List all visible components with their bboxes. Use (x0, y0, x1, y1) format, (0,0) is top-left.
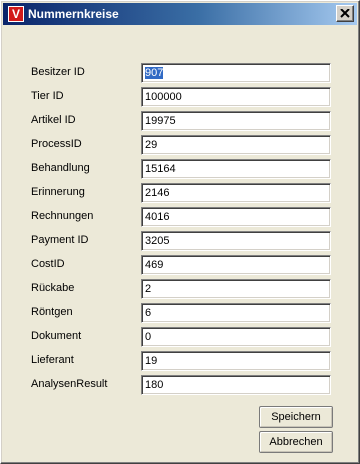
field-row-payment-id: Payment ID 3205 (1, 231, 360, 253)
close-button[interactable] (336, 5, 354, 22)
rechnungen-input[interactable]: 4016 (141, 207, 331, 227)
field-label: Tier ID (31, 90, 64, 102)
field-label: Artikel ID (31, 114, 76, 126)
field-label: Röntgen (31, 306, 73, 318)
field-row-dokument: Dokument 0 (1, 327, 360, 349)
besitzer-id-input[interactable]: 907 (141, 63, 331, 83)
field-row-besitzer-id: Besitzer ID 907 (1, 63, 360, 85)
rueckabe-input[interactable]: 2 (141, 279, 331, 299)
field-value: 907 (145, 67, 164, 79)
field-label: AnalysenResult (31, 378, 108, 390)
field-label: Rückabe (31, 282, 75, 294)
cancel-button[interactable]: Abbrechen (259, 431, 333, 453)
dokument-input[interactable]: 0 (141, 327, 331, 347)
field-label: Rechnungen (31, 210, 94, 222)
field-row-process-id: ProcessID 29 (1, 135, 360, 157)
field-row-rueckabe: Rückabe 2 (1, 279, 360, 301)
behandlung-input[interactable]: 15164 (141, 159, 331, 179)
field-row-analysen-result: AnalysenResult 180 (1, 375, 360, 397)
roentgen-input[interactable]: 6 (141, 303, 331, 323)
field-label: Dokument (31, 330, 82, 342)
field-row-artikel-id: Artikel ID 19975 (1, 111, 360, 133)
lieferant-input[interactable]: 19 (141, 351, 331, 371)
field-row-cost-id: CostID 469 (1, 255, 360, 277)
window-title: Nummernkreise (28, 7, 119, 21)
field-row-tier-id: Tier ID 100000 (1, 87, 360, 109)
field-label: ProcessID (31, 138, 82, 150)
field-label: Besitzer ID (31, 66, 85, 78)
field-row-behandlung: Behandlung 15164 (1, 159, 360, 181)
analysen-result-input[interactable]: 180 (141, 375, 331, 395)
field-label: Behandlung (31, 162, 90, 174)
save-button[interactable]: Speichern (259, 406, 333, 428)
field-label: CostID (31, 258, 65, 270)
field-row-lieferant: Lieferant 19 (1, 351, 360, 373)
close-icon (340, 9, 350, 18)
payment-id-input[interactable]: 3205 (141, 231, 331, 251)
process-id-input[interactable]: 29 (141, 135, 331, 155)
field-label: Erinnerung (31, 186, 85, 198)
erinnerung-input[interactable]: 2146 (141, 183, 331, 203)
field-row-rechnungen: Rechnungen 4016 (1, 207, 360, 229)
title-bar[interactable]: V Nummernkreise (3, 3, 357, 25)
artikel-id-input[interactable]: 19975 (141, 111, 331, 131)
app-icon: V (8, 6, 24, 22)
field-label: Lieferant (31, 354, 74, 366)
field-label: Payment ID (31, 234, 89, 246)
field-row-erinnerung: Erinnerung 2146 (1, 183, 360, 205)
cost-id-input[interactable]: 469 (141, 255, 331, 275)
field-row-roentgen: Röntgen 6 (1, 303, 360, 325)
dialog-window: V Nummernkreise Besitzer ID 907 Tier ID … (0, 0, 360, 464)
tier-id-input[interactable]: 100000 (141, 87, 331, 107)
